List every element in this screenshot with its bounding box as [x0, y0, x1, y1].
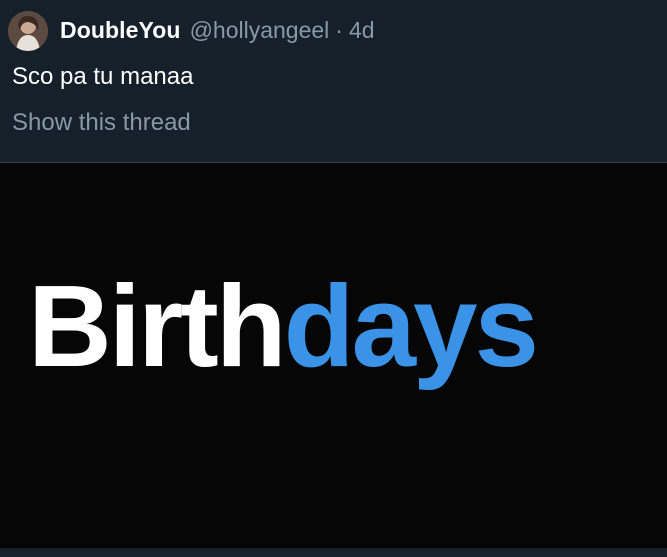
media-title-white: Birth	[28, 261, 287, 391]
tweet-age[interactable]: 4d	[349, 17, 375, 44]
tweet-media-image[interactable]: Birthdays	[0, 163, 667, 557]
tweet-text: Sco pa tu manaa	[12, 63, 194, 90]
bottom-edge	[0, 548, 667, 557]
user-handle[interactable]: @hollyangeel	[190, 17, 330, 44]
display-name[interactable]: DoubleYou	[60, 17, 181, 44]
avatar-image-icon	[8, 11, 48, 51]
media-title: Birthdays	[28, 268, 539, 384]
tweet-header: DoubleYou @hollyangeel · 4d Sco pa tu ma…	[0, 0, 667, 162]
tweet-meta: DoubleYou @hollyangeel · 4d	[60, 14, 375, 46]
show-thread-link[interactable]: Show this thread	[12, 109, 191, 137]
avatar[interactable]	[8, 11, 48, 51]
meta-separator: ·	[335, 16, 343, 43]
media-title-blue: days	[283, 261, 539, 391]
